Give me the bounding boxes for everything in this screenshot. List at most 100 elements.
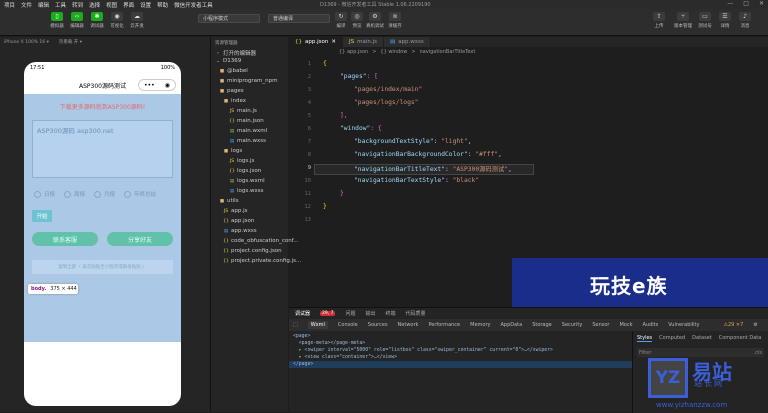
wxml-line[interactable]: <page>: [293, 334, 310, 339]
minimize-icon[interactable]: —: [727, 0, 733, 7]
tab-performance[interactable]: Performance: [428, 322, 460, 328]
open-editors-section[interactable]: › 打开的编辑器: [215, 49, 256, 58]
wxml-line[interactable]: ▸ <swiper interval="5000" role="listbox"…: [293, 348, 553, 353]
warning-count[interactable]: ⚠29 ✕7: [723, 322, 743, 328]
tab-debugger[interactable]: 调试器: [295, 310, 310, 317]
wxml-line[interactable]: <page-meta></page-meta>: [293, 341, 365, 346]
tab-output[interactable]: 输出: [365, 310, 375, 317]
tab-memory[interactable]: Memory: [470, 322, 490, 328]
tab-console[interactable]: Console: [338, 322, 358, 328]
tree-item[interactable]: ▤ main.wxml: [229, 128, 267, 134]
menu-item[interactable]: 微信开发者工具: [174, 1, 213, 9]
capsule-menu[interactable]: ••• ◉: [138, 79, 176, 91]
hot-reload-select[interactable]: 热重载 开 ▾: [59, 39, 82, 45]
tab-security[interactable]: Security: [562, 322, 583, 328]
tab-app-json[interactable]: {} app.json ✕: [289, 37, 343, 47]
radio-yearly[interactable]: 年终总结: [124, 190, 156, 198]
wxml-line[interactable]: ▸ <view class="container">…</view>: [293, 355, 397, 360]
tree-item[interactable]: ▤ main.wxss: [229, 138, 266, 144]
tree-item[interactable]: ▤ logs.wxml: [229, 178, 265, 184]
content-textarea[interactable]: ASP300源码 asp300.net: [32, 120, 173, 178]
tree-item[interactable]: {} logs.json: [229, 168, 261, 174]
preview-button[interactable]: ◎ 预览: [348, 12, 366, 34]
tab-styles[interactable]: Styles: [637, 335, 653, 342]
project-root[interactable]: ⌄ D1369: [215, 58, 241, 64]
tab-network[interactable]: Network: [398, 322, 419, 328]
contact-button[interactable]: 联系客服: [32, 232, 98, 246]
simulator-button[interactable]: ▯ 模拟器: [48, 12, 66, 34]
window-title: D1369 - 微信开发者工具 Stable 1.06.2209190: [320, 2, 431, 8]
tab-app-wxss[interactable]: ▤ app.wxss: [383, 37, 431, 47]
compile-select[interactable]: 普通编译: [268, 14, 330, 23]
tree-item[interactable]: ■ pages: [219, 88, 244, 94]
tab-terminal[interactable]: 终端: [386, 310, 396, 317]
visual-button[interactable]: ◉ 可视化: [108, 12, 126, 34]
clear-cache-button[interactable]: ≋ 清缓存: [386, 12, 404, 34]
upload-button[interactable]: ⇪ 上传: [650, 12, 668, 34]
tab-computed[interactable]: Computed: [659, 335, 685, 342]
tree-item[interactable]: JS logs.js: [229, 158, 255, 164]
menu-item[interactable]: 视图: [106, 1, 117, 9]
tab-sensor[interactable]: Sensor: [592, 322, 609, 328]
version-button[interactable]: ⑂ 版本管理: [674, 12, 692, 34]
menu-item[interactable]: 帮助: [157, 1, 168, 9]
inspect-icon[interactable]: ⬚: [293, 322, 298, 328]
ad-link[interactable]: 下载更多源码就到ASP300源码!: [24, 102, 181, 111]
menu-item[interactable]: 界面: [123, 1, 134, 9]
test-account-button[interactable]: ▭ 测试号: [696, 12, 714, 34]
tab-mock[interactable]: Mock: [619, 322, 632, 328]
tree-item[interactable]: {} project.config.json: [223, 248, 282, 254]
mode-select[interactable]: 小程序模式: [198, 14, 260, 23]
tree-item[interactable]: {} app.json: [223, 218, 254, 224]
tab-wxml[interactable]: Wxml: [307, 321, 328, 329]
maximize-icon[interactable]: □: [743, 0, 749, 7]
tree-item[interactable]: ■ utils: [219, 198, 239, 204]
device-select[interactable]: iPhone X 100% 16 ▾: [4, 40, 49, 45]
tree-item[interactable]: ■ @babel: [219, 68, 248, 74]
close-icon[interactable]: ✕: [759, 0, 764, 7]
radio-daily[interactable]: 日报: [34, 190, 55, 198]
tree-item[interactable]: {} project.private.config.js...: [223, 258, 301, 264]
details-button[interactable]: ☰ 详情: [716, 12, 734, 34]
tree-item[interactable]: ▤ logs.wxss: [229, 188, 264, 194]
radio-monthly[interactable]: 月报: [94, 190, 115, 198]
debugger-button[interactable]: ✱ 调试器: [88, 12, 106, 34]
messages-button[interactable]: ♪ 消息: [736, 12, 754, 34]
tree-item[interactable]: JS main.js: [229, 108, 257, 114]
tab-audits[interactable]: Audits: [642, 322, 658, 328]
editor-button[interactable]: ‹› 编辑器: [68, 12, 86, 34]
menu-item[interactable]: 选择: [89, 1, 100, 9]
tree-item[interactable]: JS app.js: [223, 208, 248, 214]
start-button[interactable]: 开始: [32, 210, 52, 222]
tab-component-data[interactable]: Component Data: [719, 335, 762, 342]
tree-item[interactable]: {} code_obfuscation_conf...: [223, 238, 298, 244]
menu-item[interactable]: 转到: [72, 1, 83, 9]
tab-code-quality[interactable]: 代码质量: [406, 310, 426, 317]
tree-item[interactable]: ■ miniprogram_npm: [219, 78, 278, 84]
share-button[interactable]: 分享好友: [107, 232, 173, 246]
remote-debug-button[interactable]: ⚙ 真机调试: [366, 12, 384, 34]
tab-main-js[interactable]: JS main.js: [342, 37, 384, 47]
tree-item[interactable]: ▤ app.wxss: [223, 228, 257, 234]
tree-item[interactable]: {} main.json: [229, 118, 264, 124]
wxml-line[interactable]: </page>: [293, 362, 313, 367]
tab-problems[interactable]: 问题: [345, 310, 355, 317]
tab-vulnerability[interactable]: Vulnerability: [668, 322, 699, 328]
close-target-icon[interactable]: ◉: [165, 82, 170, 89]
gear-icon[interactable]: ⚙: [753, 322, 757, 328]
tab-storage[interactable]: Storage: [532, 322, 552, 328]
cloud-button[interactable]: ☁ 云开发: [128, 12, 146, 34]
more-icon[interactable]: •••: [144, 82, 155, 89]
tab-dataset[interactable]: Dataset: [692, 335, 712, 342]
tree-item[interactable]: ■ logs: [223, 148, 242, 154]
menu-item[interactable]: 编辑: [38, 1, 49, 9]
copy-notice[interactable]: 复制全部（ 再次粘贴至小程序或群发粘贴 ）: [32, 260, 173, 274]
radio-weekly[interactable]: 周报: [64, 190, 85, 198]
tab-sources[interactable]: Sources: [368, 322, 388, 328]
tree-item[interactable]: ■ index: [223, 98, 246, 104]
menu-item[interactable]: 项目: [4, 1, 15, 9]
menu-item[interactable]: 设置: [140, 1, 151, 9]
menu-item[interactable]: 工具: [55, 1, 66, 9]
menu-item[interactable]: 文件: [21, 1, 32, 9]
tab-appdata[interactable]: AppData: [500, 322, 522, 328]
